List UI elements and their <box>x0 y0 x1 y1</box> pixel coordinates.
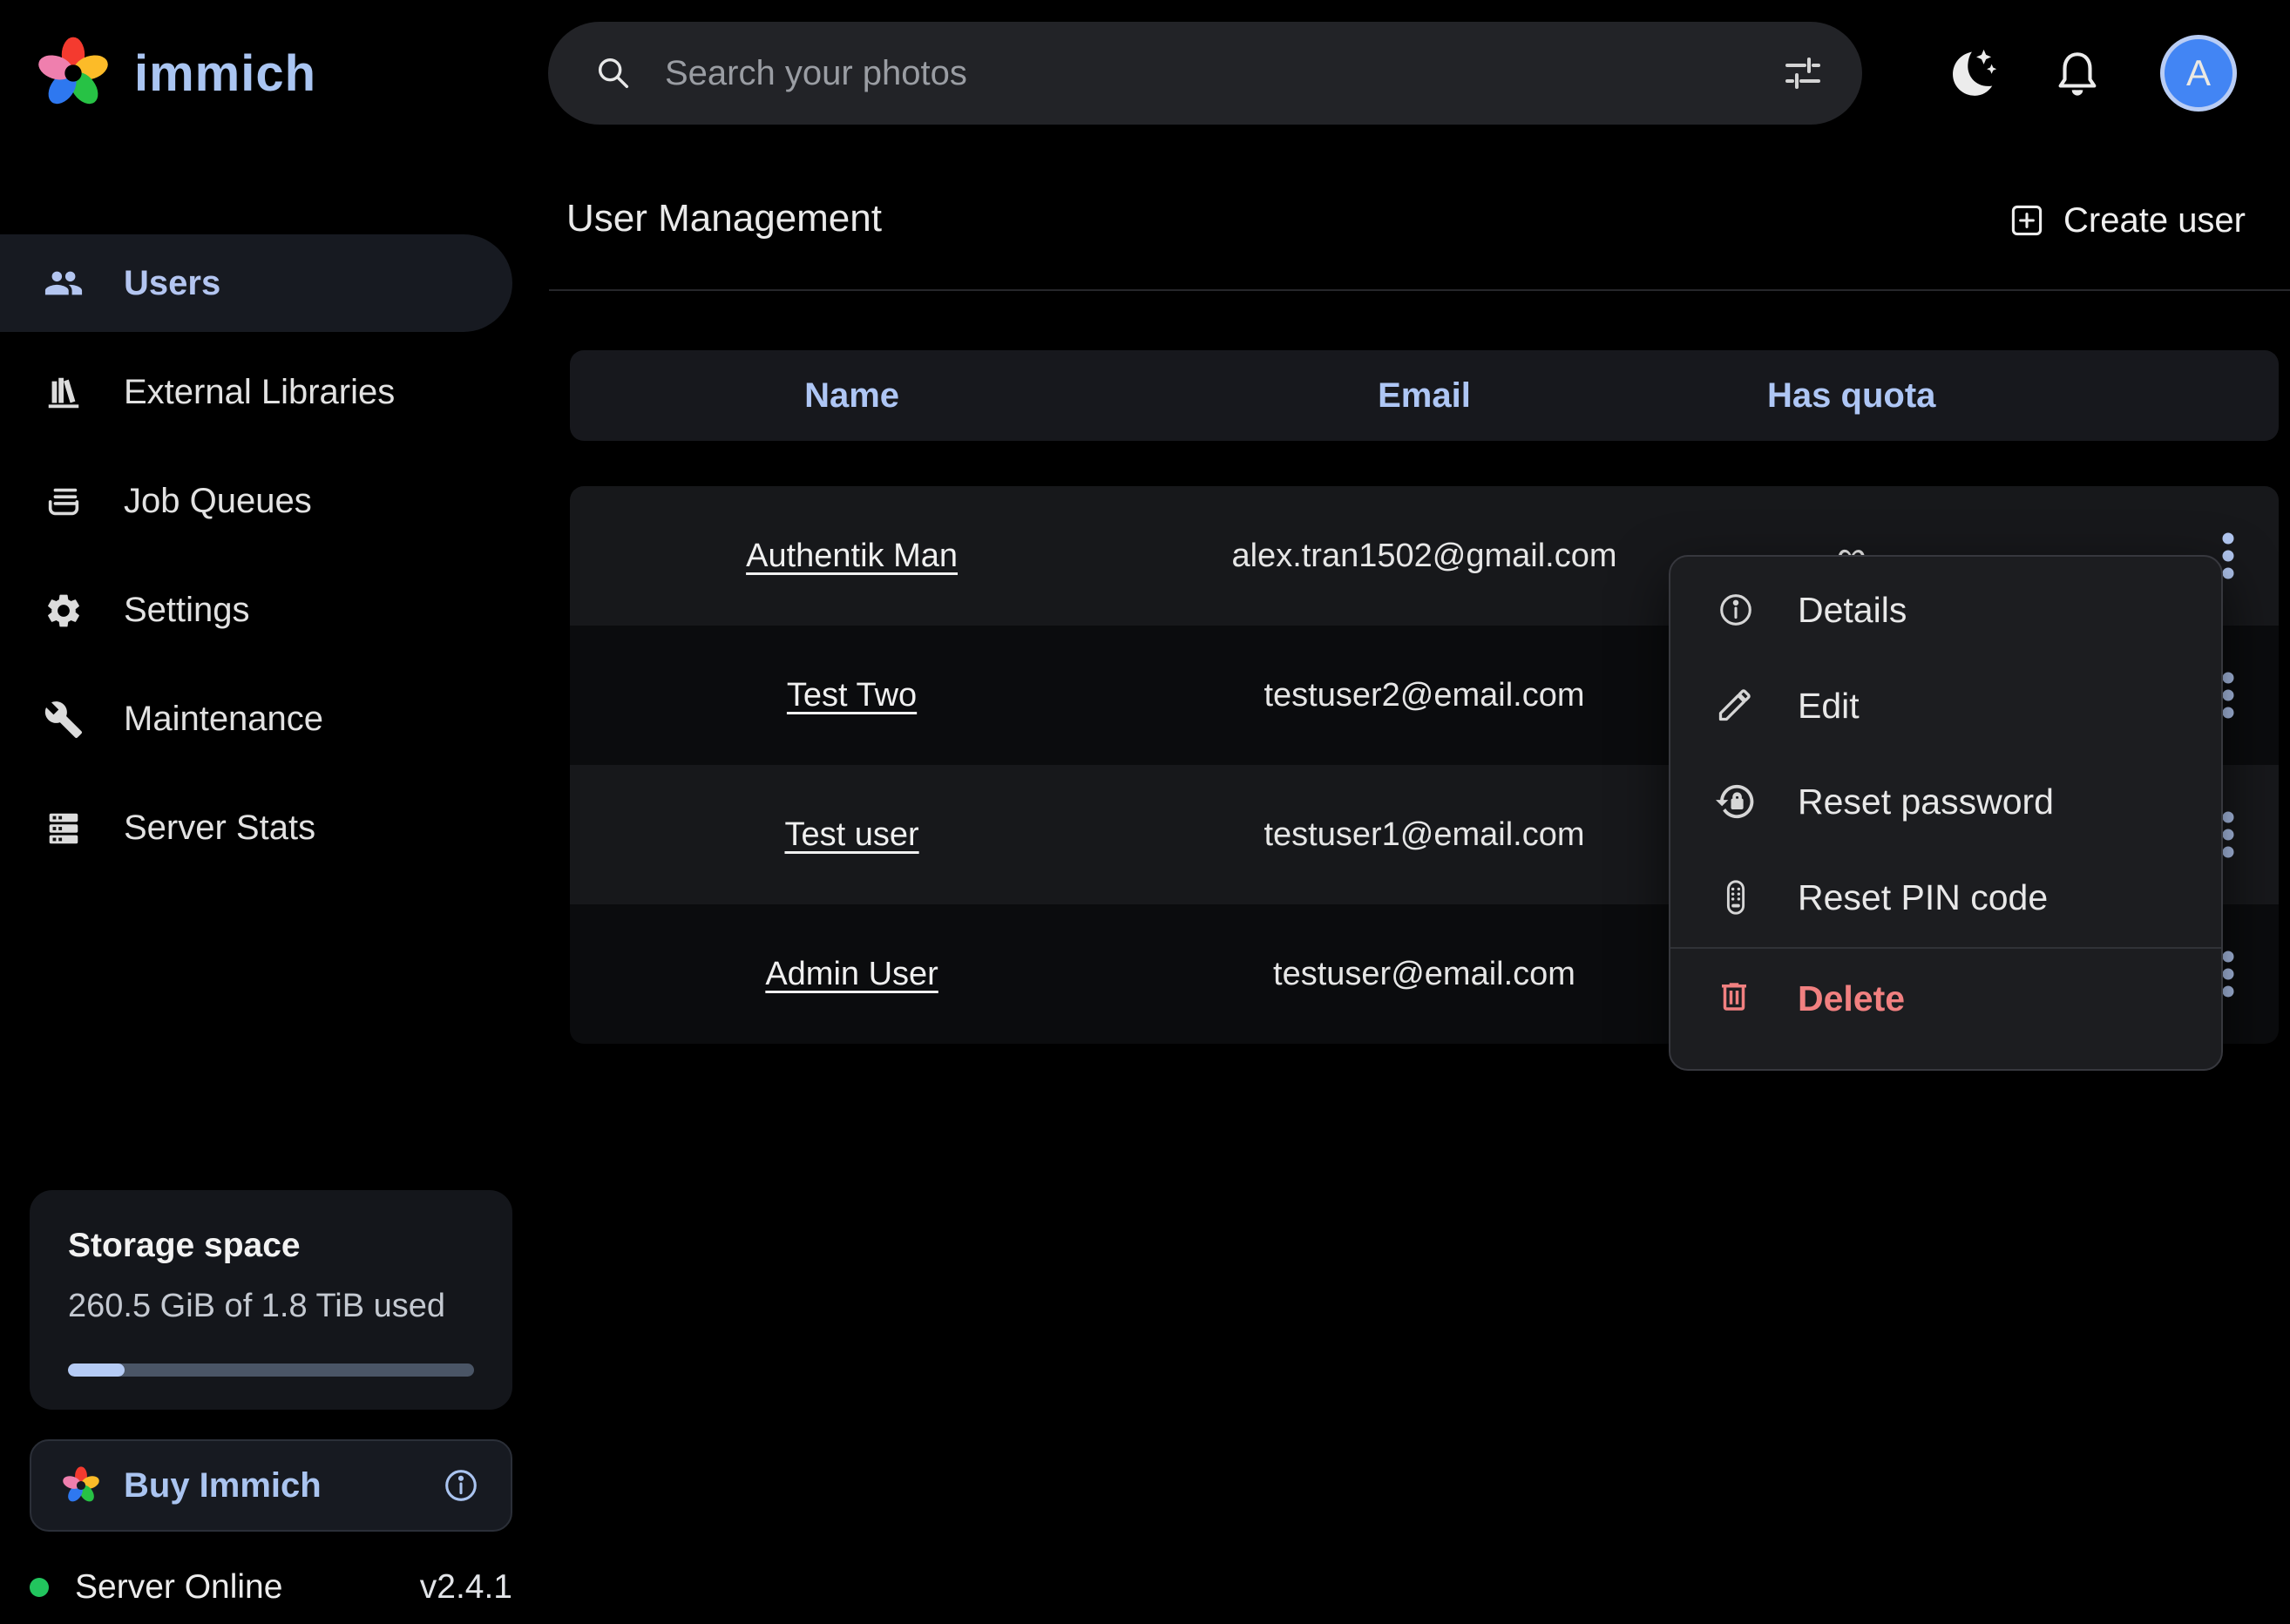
search-icon <box>593 53 633 93</box>
header-divider <box>549 289 2290 291</box>
menu-item-label: Delete <box>1798 978 1905 1019</box>
storage-progress-fill <box>68 1363 125 1377</box>
sidebar-item-external-libraries[interactable]: External Libraries <box>0 338 514 447</box>
user-email: testuser1@email.com <box>1264 816 1584 853</box>
search-filter-button[interactable] <box>1782 52 1824 94</box>
user-email: testuser2@email.com <box>1264 677 1584 714</box>
user-name-link[interactable]: Admin User <box>765 956 938 992</box>
users-icon <box>44 263 84 303</box>
storage-title: Storage space <box>68 1227 474 1265</box>
avatar-initial: A <box>2186 52 2211 94</box>
buy-immich-flower-icon <box>61 1465 101 1506</box>
create-user-plus-icon <box>2008 201 2046 240</box>
kebab-menu-icon <box>2221 809 2235 860</box>
sidebar-item-maintenance[interactable]: Maintenance <box>0 665 514 774</box>
immich-flower-icon <box>35 35 112 112</box>
pin-pad-icon <box>1716 877 1756 917</box>
server-version: v2.4.1 <box>420 1568 512 1607</box>
search-input[interactable] <box>665 54 1782 93</box>
sidebar-item-label: Settings <box>124 591 250 630</box>
sidebar-item-server-stats[interactable]: Server Stats <box>0 774 514 883</box>
menu-item-edit[interactable]: Edit <box>1670 658 2221 754</box>
row-actions-button[interactable] <box>2221 670 2235 721</box>
create-user-label: Create user <box>2063 201 2246 240</box>
notifications-button[interactable] <box>2049 47 2105 99</box>
page-title: User Management <box>566 197 882 240</box>
sidebar-item-label: External Libraries <box>124 373 395 412</box>
sidebar-item-label: Job Queues <box>124 482 312 521</box>
menu-item-reset-pin-code[interactable]: Reset PIN code <box>1670 849 2221 945</box>
user-name-link[interactable]: Authentik Man <box>746 538 958 574</box>
top-bar: immich <box>0 0 2290 146</box>
server-stats-icon <box>44 809 84 849</box>
row-actions-button[interactable] <box>2221 949 2235 999</box>
column-header-has-quota: Has quota <box>1715 376 1989 416</box>
buy-immich-label: Buy Immich <box>124 1466 322 1506</box>
job-queues-icon <box>44 482 84 522</box>
create-user-button[interactable]: Create user <box>2008 197 2246 244</box>
dark-mode-toggle[interactable] <box>1941 45 2002 101</box>
server-status-label: Server Online <box>75 1568 282 1607</box>
sidebar-item-settings[interactable]: Settings <box>0 556 514 665</box>
row-actions-button[interactable] <box>2221 809 2235 860</box>
menu-item-label: Reset password <box>1798 782 2054 822</box>
sidebar-item-users[interactable]: Users <box>0 234 512 332</box>
row-actions-button[interactable] <box>2221 531 2235 581</box>
kebab-menu-icon <box>2221 531 2235 581</box>
filter-sliders-icon <box>1782 52 1824 94</box>
menu-item-delete[interactable]: Delete <box>1670 951 2221 1046</box>
user-email: alex.tran1502@gmail.com <box>1231 538 1616 574</box>
storage-usage-text: 260.5 GiB of 1.8 TiB used <box>68 1288 474 1325</box>
admin-sidebar: Users External Libraries Job Queues <box>0 229 514 883</box>
storage-card: Storage space 260.5 GiB of 1.8 TiB used <box>30 1190 512 1410</box>
sidebar-item-label: Server Stats <box>124 809 315 848</box>
buy-immich-button[interactable]: Buy Immich <box>30 1439 512 1532</box>
table-header: Name Email Has quota <box>570 350 2279 441</box>
maintenance-wrench-icon <box>44 700 84 740</box>
moon-stars-icon <box>1945 46 1999 100</box>
column-header-email: Email <box>1134 376 1715 416</box>
info-icon <box>1716 590 1756 630</box>
menu-divider <box>1670 947 2221 949</box>
menu-item-label: Edit <box>1798 686 1860 727</box>
pencil-icon <box>1716 686 1756 726</box>
info-circle-icon[interactable] <box>441 1465 481 1506</box>
kebab-menu-icon <box>2221 949 2235 999</box>
search-bar[interactable] <box>548 22 1862 125</box>
menu-item-details[interactable]: Details <box>1670 562 2221 658</box>
settings-gear-icon <box>44 591 84 631</box>
server-status-row: Server Online v2.4.1 <box>30 1553 512 1622</box>
bell-icon <box>2052 48 2103 98</box>
column-header-name: Name <box>570 376 1134 416</box>
user-name-link[interactable]: Test Two <box>787 677 917 714</box>
row-context-menu: Details Edit Reset password <box>1669 555 2223 1071</box>
server-online-dot <box>30 1578 49 1597</box>
storage-progress-bar <box>68 1363 474 1377</box>
user-email: testuser@email.com <box>1273 956 1575 992</box>
immich-admin-app: immich <box>0 0 2290 1624</box>
kebab-menu-icon <box>2221 670 2235 721</box>
logo-wordmark: immich <box>134 44 316 103</box>
user-name-link[interactable]: Test user <box>784 816 918 853</box>
trash-icon <box>1716 978 1756 1018</box>
menu-item-label: Reset PIN code <box>1798 877 2048 918</box>
lock-reset-icon <box>1716 782 1756 822</box>
avatar[interactable]: A <box>2160 35 2237 112</box>
sidebar-item-label: Maintenance <box>124 700 323 739</box>
immich-logo[interactable]: immich <box>35 0 316 146</box>
sidebar-item-job-queues[interactable]: Job Queues <box>0 447 514 556</box>
menu-item-label: Details <box>1798 590 1907 631</box>
external-libraries-icon <box>44 373 84 413</box>
sidebar-item-label: Users <box>124 264 220 303</box>
menu-item-reset-password[interactable]: Reset password <box>1670 754 2221 849</box>
